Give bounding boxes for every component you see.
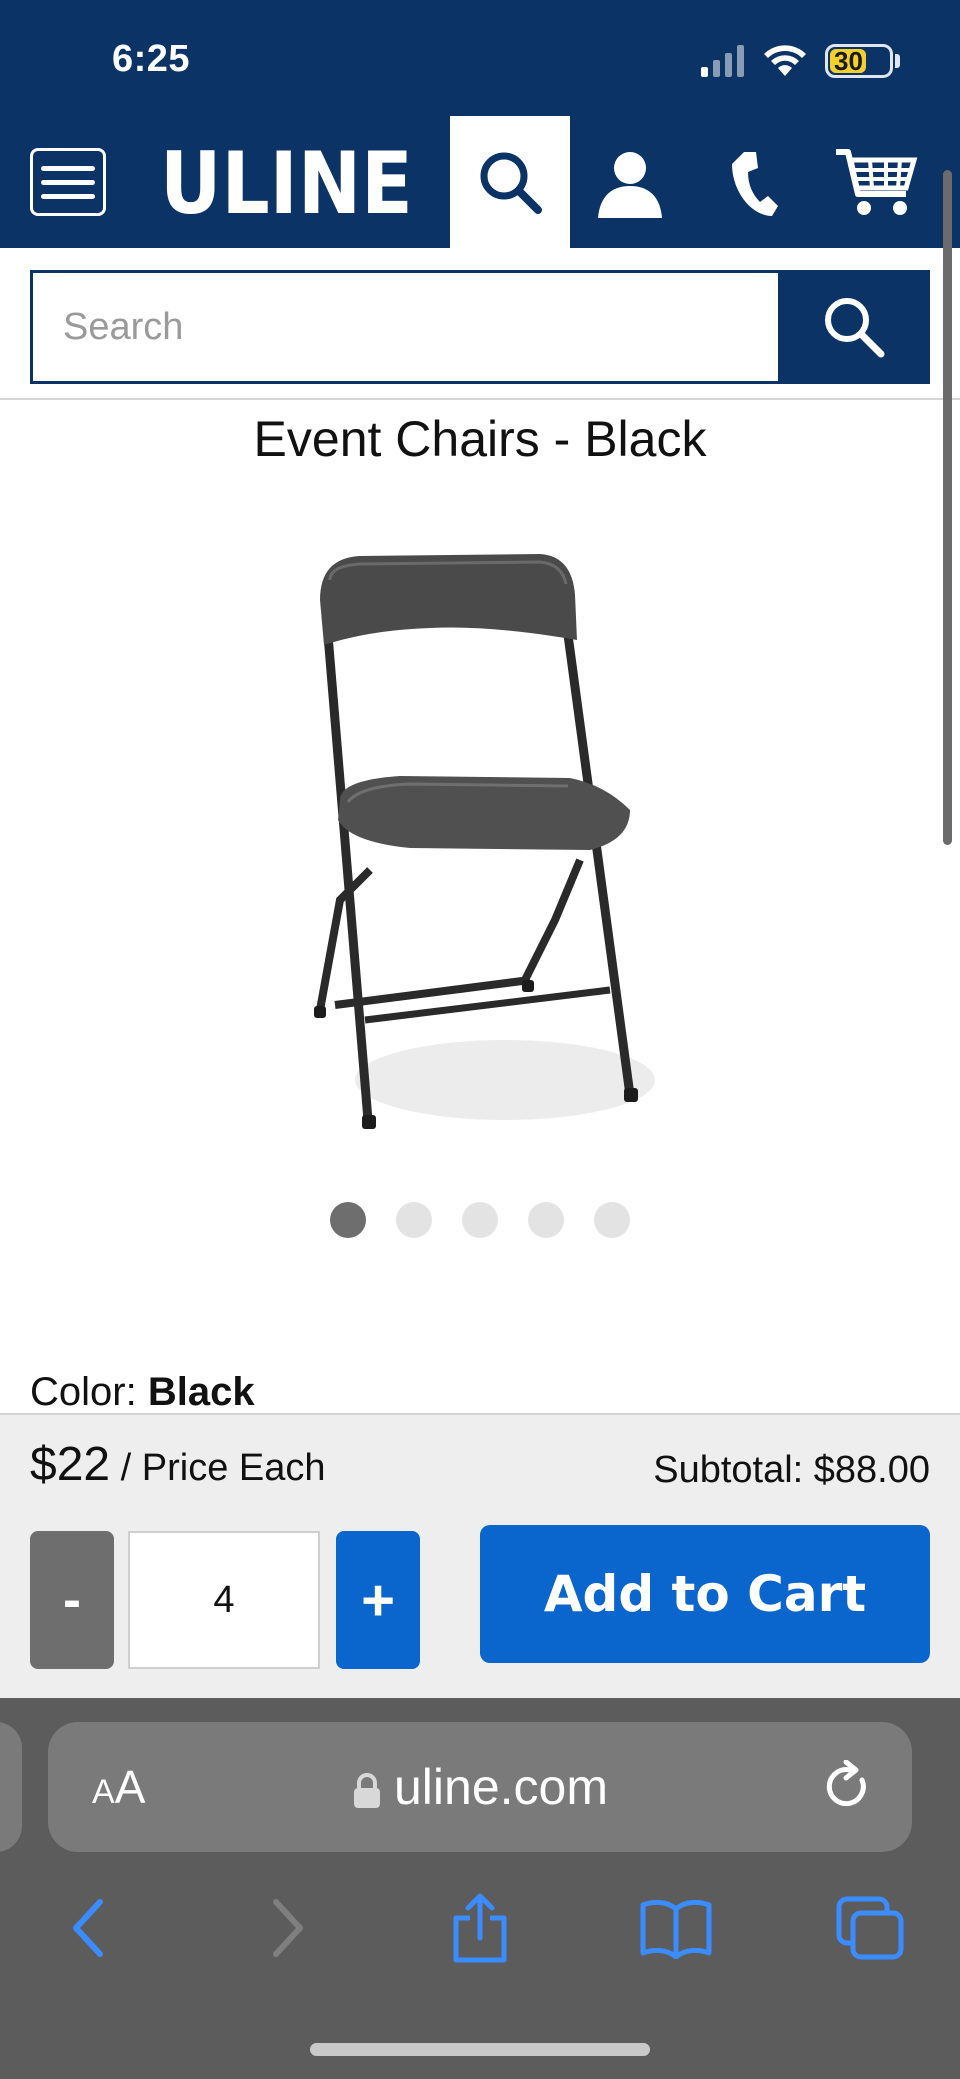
tabs-icon xyxy=(836,1896,904,1960)
phone-icon xyxy=(732,152,778,216)
cellular-signal-icon xyxy=(701,45,744,77)
chair-image[interactable] xyxy=(290,540,670,1140)
color-selection: Color: Black xyxy=(30,1370,255,1415)
color-label: Color: xyxy=(30,1370,137,1414)
price: $22 / Price Each xyxy=(30,1437,326,1492)
uline-logo[interactable]: ULINE xyxy=(160,134,413,234)
price-value: $22 xyxy=(30,1438,111,1491)
nav-search-button[interactable] xyxy=(450,116,570,248)
price-unit: / Price Each xyxy=(110,1447,326,1489)
carousel-dot-2[interactable] xyxy=(396,1202,432,1238)
carousel-dot-1[interactable] xyxy=(330,1202,366,1238)
carousel-dot-5[interactable] xyxy=(594,1202,630,1238)
browser-toolbar xyxy=(0,1888,960,1998)
image-carousel-dots xyxy=(0,1202,960,1238)
wifi-icon xyxy=(764,45,806,76)
search-bar xyxy=(0,248,960,400)
bookmarks-button[interactable] xyxy=(636,1888,716,1968)
chevron-right-icon xyxy=(273,1899,303,1957)
browser-chrome: AA uline.com xyxy=(0,1698,960,2079)
account-button[interactable] xyxy=(590,144,670,224)
reload-icon[interactable] xyxy=(822,1760,872,1814)
url-text: uline.com xyxy=(394,1759,608,1815)
home-indicator xyxy=(310,2043,650,2056)
page-scrollbar[interactable] xyxy=(943,170,952,845)
tabs-button[interactable] xyxy=(830,1888,910,1968)
battery-level: 30 xyxy=(834,46,863,76)
carousel-dot-3[interactable] xyxy=(462,1202,498,1238)
battery-icon: 30 xyxy=(825,44,900,78)
quantity-input[interactable] xyxy=(128,1531,320,1669)
search-icon xyxy=(480,152,542,214)
call-button[interactable] xyxy=(712,144,792,224)
product-title: Event Chairs - Black xyxy=(253,411,707,467)
color-value: Black xyxy=(147,1370,255,1414)
url-display[interactable]: uline.com xyxy=(48,1758,912,1816)
address-bar[interactable]: AA uline.com xyxy=(48,1722,912,1852)
user-icon xyxy=(598,152,662,218)
increase-quantity-button[interactable]: + xyxy=(336,1531,420,1669)
hamburger-menu-icon[interactable] xyxy=(30,148,106,216)
cart-button[interactable] xyxy=(826,144,926,224)
chevron-left-icon xyxy=(73,1899,103,1957)
decrease-quantity-button[interactable]: - xyxy=(30,1531,114,1669)
subtotal: Subtotal: $88.00 xyxy=(653,1449,930,1491)
status-time: 6:25 xyxy=(112,38,191,80)
share-button[interactable] xyxy=(440,1888,520,1968)
search-submit-button[interactable] xyxy=(778,270,930,384)
share-icon xyxy=(453,1893,507,1963)
main-nav: ULINE xyxy=(0,116,960,248)
carousel-dot-4[interactable] xyxy=(528,1202,564,1238)
app-root: { "status_bar": { "time": "6:25", "batte… xyxy=(0,0,960,2079)
forward-button[interactable] xyxy=(248,1888,328,1968)
add-to-cart-button[interactable]: Add to Cart xyxy=(480,1525,930,1663)
back-button[interactable] xyxy=(48,1888,128,1968)
add-to-cart-panel: $22 / Price Each Subtotal: $88.00 - + Ad… xyxy=(0,1413,960,1698)
lock-icon xyxy=(354,1772,380,1808)
search-icon xyxy=(825,298,885,358)
search-input[interactable] xyxy=(30,270,780,384)
cart-icon xyxy=(836,149,918,215)
book-icon xyxy=(640,1899,712,1959)
status-icons: 30 xyxy=(701,44,900,78)
header: 6:25 30 ULINE xyxy=(0,0,960,248)
previous-tab-peek[interactable] xyxy=(0,1722,22,1852)
